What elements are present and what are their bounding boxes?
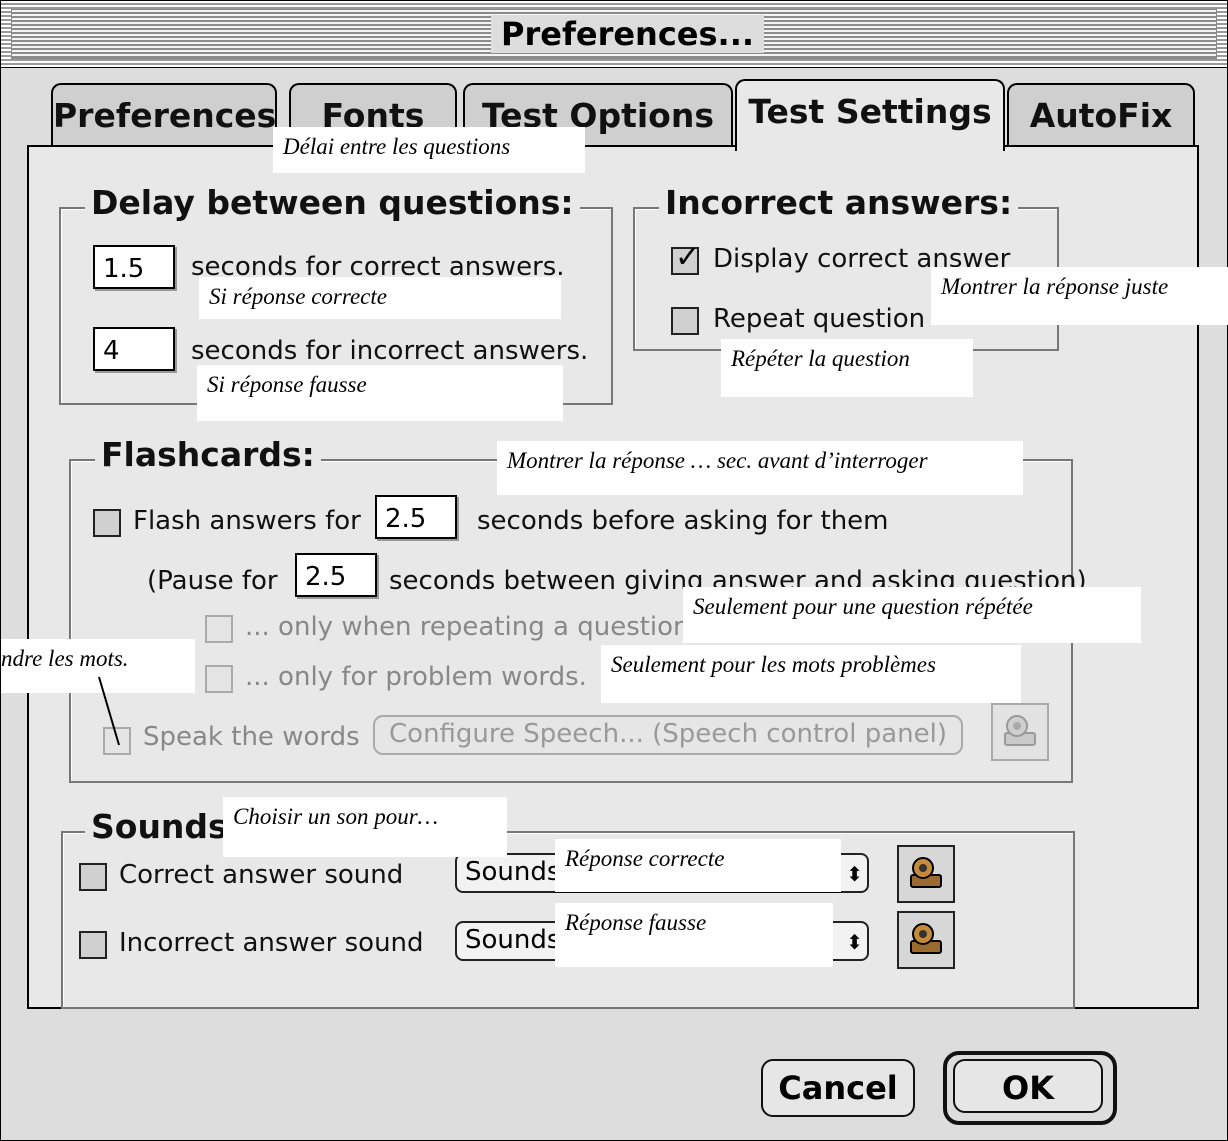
annotation-display-correct: Montrer la réponse juste: [931, 267, 1228, 325]
display-correct-checkbox[interactable]: ✓: [671, 243, 700, 275]
incorrect-delay-field[interactable]: 4: [93, 327, 175, 371]
incorrect-sound-popup-value: Sounds: [465, 925, 561, 955]
speech-speaker-button[interactable]: [991, 703, 1049, 761]
correct-sound-play-button[interactable]: [897, 845, 955, 903]
checkmark-icon: ✓: [675, 240, 701, 275]
annotation-incorrect: Si réponse fausse: [197, 365, 563, 421]
annotation-flash: Montrer la réponse … sec. avant d’interr…: [497, 441, 1023, 495]
annotation-correct: Si réponse correcte: [199, 277, 561, 319]
popup-arrows-icon: ⬍: [846, 930, 863, 954]
tab-autofix[interactable]: AutoFix: [1007, 83, 1195, 149]
speak-words-label: Speak the words: [143, 722, 360, 752]
only-repeating-checkbox[interactable]: [205, 615, 233, 643]
tab-test-settings[interactable]: Test Settings: [735, 79, 1005, 151]
only-problem-checkbox[interactable]: [205, 665, 233, 693]
tab-preferences[interactable]: Preferences: [51, 83, 277, 149]
flash-answers-label: Flash answers for: [133, 506, 361, 536]
repeat-question-label: Repeat question: [713, 304, 926, 334]
repeat-question-checkbox[interactable]: [671, 307, 699, 335]
speaker-icon: [910, 923, 942, 954]
incorrect-sound-play-button[interactable]: [897, 911, 955, 969]
delay-legend: Delay between questions:: [85, 183, 580, 223]
annotation-repeat: Répéter la question: [721, 339, 973, 397]
flash-seconds-field[interactable]: 2.5: [375, 495, 457, 539]
correct-delay-field[interactable]: 1.5: [93, 245, 175, 289]
incorrect-sound-label: Incorrect answer sound: [119, 928, 424, 958]
pause-seconds-field[interactable]: 2.5: [295, 553, 377, 597]
cancel-button[interactable]: Cancel: [761, 1059, 915, 1117]
speaker-icon: [910, 857, 942, 888]
annotation-pointer-line: [98, 676, 120, 746]
speaker-icon: [1004, 715, 1036, 746]
flash-answers-suffix: seconds before asking for them: [477, 506, 889, 536]
window-title: Preferences...: [491, 15, 765, 53]
correct-sound-label: Correct answer sound: [119, 860, 404, 890]
annotation-only-repeating: Seulement pour une question répétée: [683, 587, 1141, 643]
pause-label: (Pause for: [147, 566, 278, 596]
incorrect-sound-checkbox[interactable]: [79, 931, 107, 959]
ok-button[interactable]: OK: [953, 1059, 1103, 1113]
annotation-delay: Délai entre les questions: [273, 127, 585, 173]
annotation-only-problem: Seulement pour les mots problèmes: [601, 645, 1021, 703]
incorrect-delay-label: seconds for incorrect answers.: [191, 336, 589, 366]
configure-speech-button[interactable]: Configure Speech... (Speech control pane…: [373, 715, 963, 755]
only-repeating-label: ... only when repeating a question: [245, 612, 690, 642]
popup-arrows-icon: ⬍: [846, 862, 863, 886]
annotation-sound-correct: Réponse correcte: [555, 839, 841, 893]
annotation-sounds: Choisir un son pour…: [223, 797, 507, 857]
incorrect-answers-legend: Incorrect answers:: [659, 183, 1019, 223]
annotation-sound-incorrect: Réponse fausse: [555, 903, 833, 967]
flashcards-legend: Flashcards:: [95, 435, 321, 475]
title-bar[interactable]: Preferences...: [1, 1, 1227, 68]
correct-sound-popup-value: Sounds: [465, 857, 561, 887]
preferences-window: Preferences... Preferences Fonts Test Op…: [0, 0, 1228, 1141]
correct-sound-checkbox[interactable]: [79, 863, 107, 891]
only-problem-label: ... only for problem words.: [245, 662, 587, 692]
flash-answers-checkbox[interactable]: [93, 509, 121, 537]
